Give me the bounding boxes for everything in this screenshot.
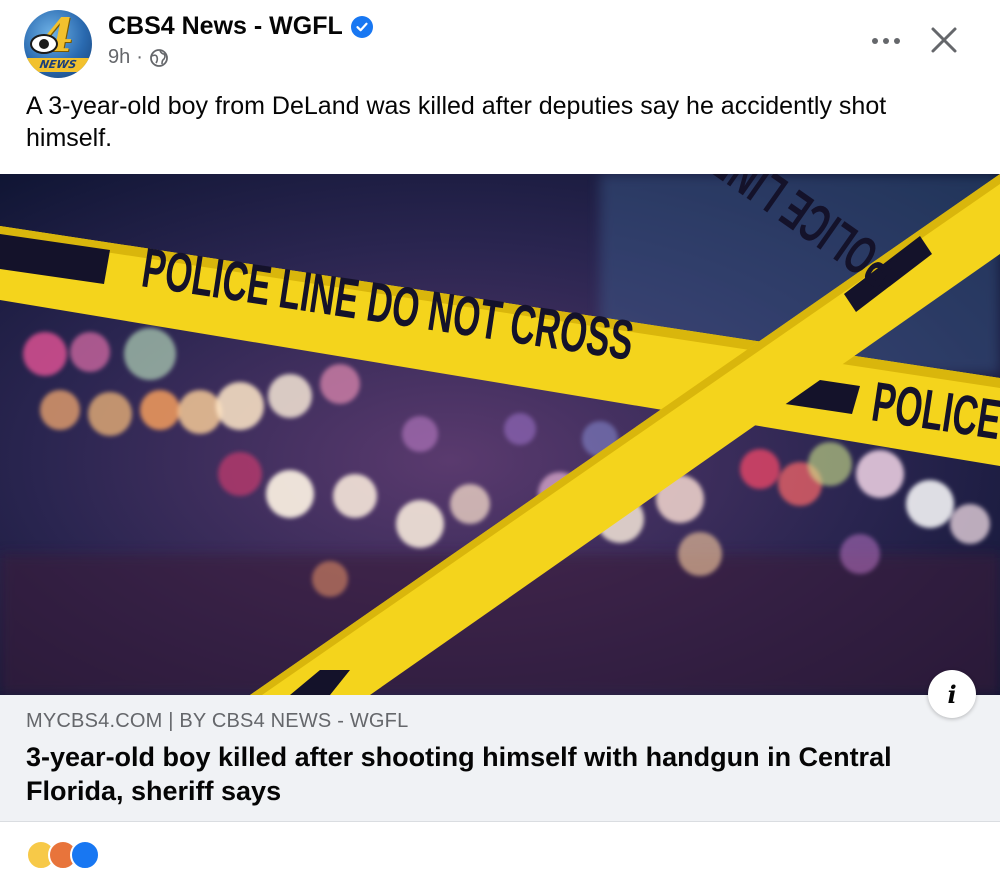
post-image[interactable]: POLICE LINE DO NOT CROSS POLICE POLICE L… bbox=[0, 174, 1000, 695]
meta-separator: · bbox=[136, 46, 143, 68]
divider bbox=[0, 821, 1000, 822]
avatar-logo-text: NEWS bbox=[24, 58, 92, 72]
post-caption: A 3-year-old boy from DeLand was killed … bbox=[26, 92, 887, 152]
cbs-eye-icon bbox=[30, 34, 58, 54]
close-icon[interactable] bbox=[924, 20, 964, 60]
info-icon[interactable]: i bbox=[928, 670, 976, 718]
more-options-icon[interactable] bbox=[866, 26, 906, 56]
link-headline[interactable]: 3-year-old boy killed after shooting him… bbox=[26, 740, 926, 808]
page-name-row: CBS4 News - WGFL bbox=[108, 12, 373, 41]
verified-badge-icon bbox=[350, 15, 373, 38]
page-avatar[interactable]: 4 NEWS bbox=[24, 10, 92, 78]
dot bbox=[883, 38, 889, 44]
link-domain: MYCBS4.COM | BY CBS4 NEWS - WGFL bbox=[26, 710, 409, 732]
page-name-link[interactable]: CBS4 News - WGFL bbox=[108, 12, 343, 41]
dot bbox=[894, 38, 900, 44]
post-time[interactable]: 9h bbox=[108, 46, 130, 69]
police-tape-photo: POLICE LINE DO NOT CROSS POLICE POLICE L… bbox=[0, 174, 1000, 695]
like-reaction-icon bbox=[70, 840, 100, 870]
post-meta: 9h · bbox=[108, 46, 169, 69]
globe-icon bbox=[150, 48, 168, 67]
dot bbox=[872, 38, 878, 44]
post-header: 4 NEWS CBS4 News - WGFL 9h · bbox=[0, 0, 1000, 88]
